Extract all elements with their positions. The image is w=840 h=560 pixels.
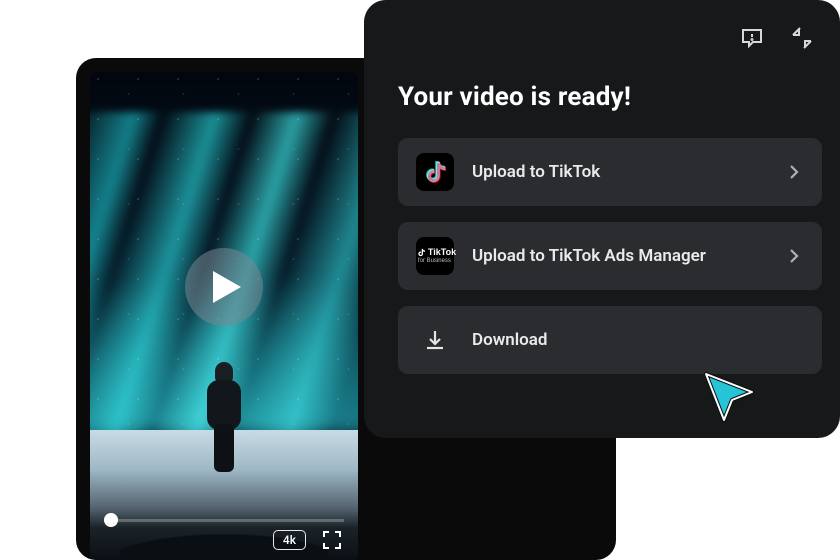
video-bg-person [201, 362, 247, 472]
video-progress-bar[interactable] [104, 519, 344, 522]
minimize-button[interactable] [790, 26, 814, 54]
option-label: Download [472, 330, 804, 350]
play-icon [211, 269, 243, 305]
feedback-button[interactable] [740, 26, 764, 54]
tiktok-business-icon: TikTok for Business [416, 237, 454, 275]
tiktok-icon [416, 153, 454, 191]
collapse-icon [790, 26, 814, 50]
download-icon [423, 328, 447, 352]
dialog-title: Your video is ready! [398, 82, 631, 112]
chevron-right-icon [784, 162, 804, 182]
export-dialog: Your video is ready! Upload to TikTok [364, 0, 840, 438]
option-label: Upload to TikTok Ads Manager [472, 246, 766, 266]
play-button[interactable] [185, 248, 263, 326]
option-label: Upload to TikTok [472, 162, 766, 182]
video-thumbnail[interactable]: 4k [90, 72, 358, 560]
upload-tiktok-option[interactable]: Upload to TikTok [398, 138, 822, 206]
feedback-icon [740, 26, 764, 50]
upload-tiktok-ads-option[interactable]: TikTok for Business Upload to TikTok Ads… [398, 222, 822, 290]
chevron-right-icon [784, 246, 804, 266]
download-option[interactable]: Download [398, 306, 822, 374]
export-options: Upload to TikTok TikTok for Business Upl… [398, 138, 822, 374]
fullscreen-icon [322, 530, 342, 550]
fullscreen-button[interactable] [322, 530, 342, 550]
quality-badge[interactable]: 4k [273, 530, 306, 550]
